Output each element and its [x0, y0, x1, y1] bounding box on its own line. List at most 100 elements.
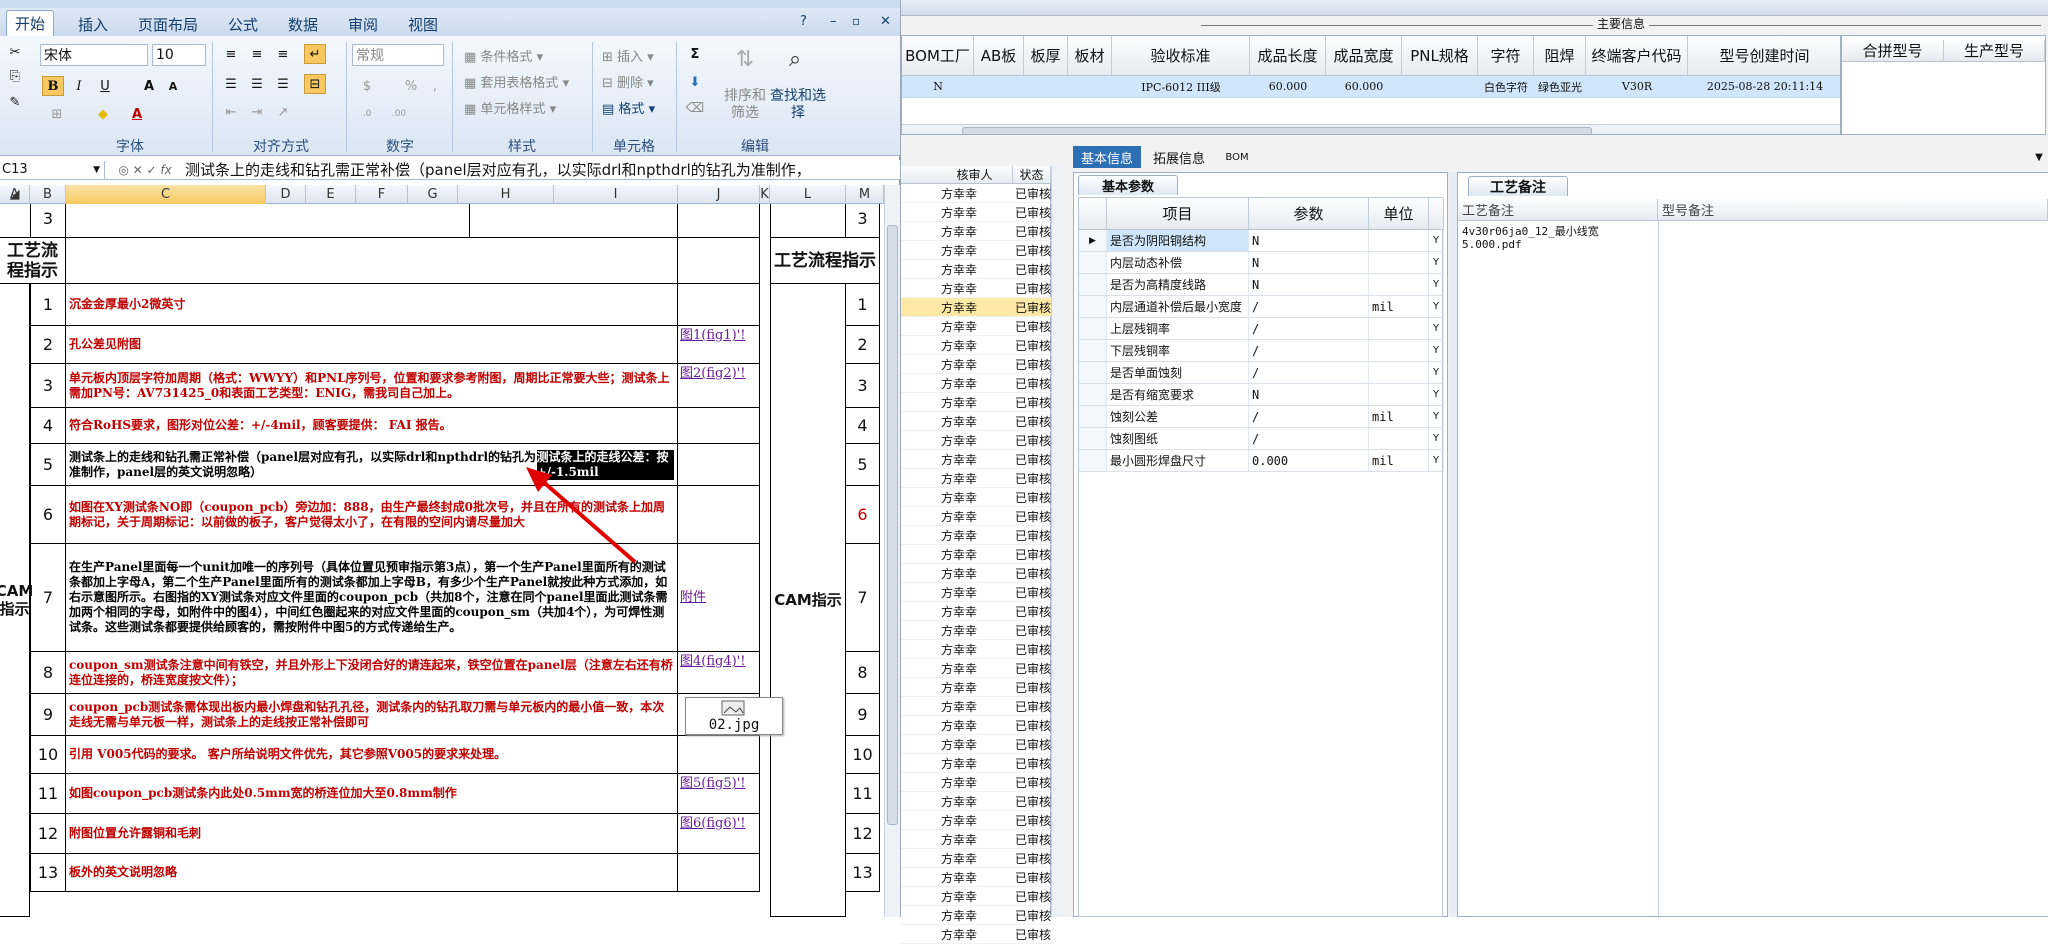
- param-value[interactable]: N: [1249, 384, 1369, 405]
- reviewer-row[interactable]: 方幸幸 已审核: [901, 735, 1051, 754]
- col-status[interactable]: 状态: [1013, 166, 1051, 183]
- reviewer-row[interactable]: 方幸幸 已审核: [901, 393, 1051, 412]
- sort-filter-button[interactable]: 排序和筛选: [720, 88, 770, 122]
- column-header-i[interactable]: I: [554, 185, 678, 204]
- indent-icon[interactable]: ⇤: [220, 102, 242, 122]
- wrap-text-icon[interactable]: ↵: [304, 44, 326, 64]
- reviewer-row[interactable]: 方幸幸 已审核: [901, 203, 1051, 222]
- name-box[interactable]: C13 ▼: [0, 160, 105, 179]
- column-header-l[interactable]: L: [770, 185, 846, 204]
- process-remark-text[interactable]: 4v30r06ja0_12_最小线宽5.000.pdf: [1462, 225, 1658, 251]
- param-row[interactable]: 下层残铜率 / Y: [1079, 340, 1444, 362]
- col-production-model[interactable]: 生产型号: [1944, 40, 2045, 62]
- tab-page-layout[interactable]: 页面布局: [138, 14, 198, 35]
- main-info-grid[interactable]: BOM工厂 AB板 板厚 板材 验收标准 成品长度 成品宽度 PNL规格 字符 …: [901, 35, 1841, 135]
- reviewer-scrollbar[interactable]: [1051, 166, 1063, 917]
- merge-model-grid[interactable]: 合拼型号 生产型号: [1841, 35, 2046, 135]
- col-acceptance[interactable]: 验收标准: [1112, 36, 1250, 75]
- restore-icon[interactable]: ▫: [852, 14, 860, 28]
- align-center-icon[interactable]: ☰: [246, 74, 268, 94]
- reviewer-row[interactable]: 方幸幸 已审核: [901, 222, 1051, 241]
- formula-icons[interactable]: ◎ ✕ ✓ fx: [105, 163, 185, 177]
- main-grid-hscroll-thumb[interactable]: [962, 127, 1592, 134]
- reviewer-list[interactable]: 核审人 状态 方幸幸 已审核 方幸幸 已审核 方幸幸 已审核 方幸幸 已审核 方幸幸 已审核 方幸幸…: [901, 166, 1051, 944]
- italic-button[interactable]: I: [68, 76, 90, 96]
- reviewer-row[interactable]: 方幸幸 已审核: [901, 355, 1051, 374]
- param-row[interactable]: 最小圆形焊盘尺寸 0.000 mil Y: [1079, 450, 1444, 472]
- tab-review[interactable]: 审阅: [348, 14, 378, 35]
- column-header-f[interactable]: F: [356, 185, 408, 204]
- reviewer-row[interactable]: 方幸幸 已审核: [901, 431, 1051, 450]
- reviewer-row[interactable]: 方幸幸 已审核: [901, 469, 1051, 488]
- param-row[interactable]: 内层动态补偿 N Y: [1079, 252, 1444, 274]
- sort-filter-icon[interactable]: ⇅: [730, 44, 760, 74]
- param-value[interactable]: /: [1249, 318, 1369, 339]
- param-row[interactable]: 上层残铜率 / Y: [1079, 318, 1444, 340]
- fill-color-icon[interactable]: ◆: [92, 104, 114, 124]
- cut-icon[interactable]: ✂: [4, 42, 26, 62]
- reviewer-row[interactable]: 方幸幸 已审核: [901, 849, 1051, 868]
- col-unit[interactable]: 单位: [1369, 198, 1429, 229]
- param-row[interactable]: 蚀刻图纸 / Y: [1079, 428, 1444, 450]
- bold-button[interactable]: B: [42, 76, 64, 96]
- orientation-icon[interactable]: ↗: [272, 102, 294, 122]
- font-name-select[interactable]: 宋体: [40, 44, 148, 66]
- cell-styles-button[interactable]: ▦ 单元格样式 ▾: [464, 98, 556, 117]
- col-ab-board[interactable]: AB板: [974, 36, 1024, 75]
- reviewer-row[interactable]: 方幸幸 已审核: [901, 906, 1051, 925]
- param-row[interactable]: ▶ 是否为阴阳铜结构 N Y: [1079, 230, 1444, 252]
- reviewer-row[interactable]: 方幸幸 已审核: [901, 450, 1051, 469]
- col-material[interactable]: 板材: [1068, 36, 1112, 75]
- col-end-customer[interactable]: 终端客户代码: [1586, 36, 1688, 75]
- formula-input[interactable]: 测试条上的走线和钻孔需正常补偿（panel层对应有孔，以实际drl和npthdr…: [185, 159, 900, 180]
- reviewer-row[interactable]: 方幸幸 已审核: [901, 545, 1051, 564]
- autosum-icon[interactable]: Σ: [684, 44, 706, 64]
- col-merge-model[interactable]: 合拼型号: [1842, 40, 1944, 62]
- align-top-icon[interactable]: ≡: [220, 44, 242, 64]
- tab-extend-info[interactable]: 拓展信息: [1143, 146, 1215, 168]
- fill-icon[interactable]: ⬇: [684, 72, 706, 92]
- column-header-c[interactable]: C: [66, 185, 266, 204]
- basic-params-grid[interactable]: 项目 参数 单位 ▶ 是否为阴阳铜结构 N Y 内层动态补偿 N Y 是否为高精度线路 N Y 内层…: [1078, 197, 1444, 917]
- format-cells-button[interactable]: ▤ 格式 ▾: [602, 98, 655, 117]
- col-pnl[interactable]: PNL规格: [1402, 36, 1478, 75]
- borders-icon[interactable]: ⊞: [46, 104, 68, 124]
- spreadsheet-grid[interactable]: 工艺流程指示 CAM指示 工艺流程指示 CAM指示 3 3 1 沉金金厚最小2微英寸 1 2 孔公差…: [0, 204, 884, 917]
- reviewer-row[interactable]: 方幸幸 已审核: [901, 640, 1051, 659]
- param-row[interactable]: 内层通道补偿后最小宽度 / mil Y: [1079, 296, 1444, 318]
- font-size-select[interactable]: 10: [152, 44, 206, 66]
- find-binoculars-icon[interactable]: ⌕: [780, 44, 810, 74]
- reviewer-row[interactable]: 方幸幸 已审核: [901, 678, 1051, 697]
- param-value[interactable]: N: [1249, 230, 1369, 251]
- col-bom-factory[interactable]: BOM工厂: [902, 36, 974, 75]
- col-item[interactable]: 项目: [1107, 198, 1249, 229]
- find-select-button[interactable]: 查找和选择: [770, 88, 826, 122]
- sheet-vscroll-thumb[interactable]: [887, 225, 898, 825]
- tab-basic-info[interactable]: 基本信息: [1073, 146, 1141, 168]
- col-create-time[interactable]: 型号创建时间: [1688, 36, 1840, 75]
- param-value[interactable]: /: [1249, 296, 1369, 317]
- reviewer-row[interactable]: 方幸幸 已审核: [901, 754, 1051, 773]
- reviewer-row[interactable]: 方幸幸 已审核: [901, 488, 1051, 507]
- reviewer-row[interactable]: 方幸幸 已审核: [901, 564, 1051, 583]
- name-box-dropdown-icon[interactable]: ▼: [93, 165, 100, 175]
- reviewer-row[interactable]: 方幸幸 已审核: [901, 298, 1051, 317]
- help-icon[interactable]: ?: [800, 14, 807, 29]
- param-row[interactable]: 是否有缩宽要求 N Y: [1079, 384, 1444, 406]
- param-value[interactable]: /: [1249, 406, 1369, 427]
- col-width[interactable]: 成品宽度: [1326, 36, 1402, 75]
- column-header-b[interactable]: B: [30, 185, 66, 204]
- col-param[interactable]: 参数: [1249, 198, 1369, 229]
- param-value[interactable]: N: [1249, 274, 1369, 295]
- column-header-m[interactable]: M: [846, 185, 884, 204]
- param-value[interactable]: /: [1249, 340, 1369, 361]
- reviewer-row[interactable]: 方幸幸 已审核: [901, 279, 1051, 298]
- decrease-decimal-icon[interactable]: .00: [388, 104, 410, 124]
- reviewer-row[interactable]: 方幸幸 已审核: [901, 241, 1051, 260]
- col-legend[interactable]: 字符: [1478, 36, 1534, 75]
- tab-insert[interactable]: 插入: [78, 14, 108, 35]
- param-value[interactable]: /: [1249, 362, 1369, 383]
- copy-icon[interactable]: ⎘: [4, 66, 26, 86]
- column-header-d[interactable]: D: [266, 185, 306, 204]
- insert-cells-button[interactable]: ⊞ 插入 ▾: [602, 46, 654, 65]
